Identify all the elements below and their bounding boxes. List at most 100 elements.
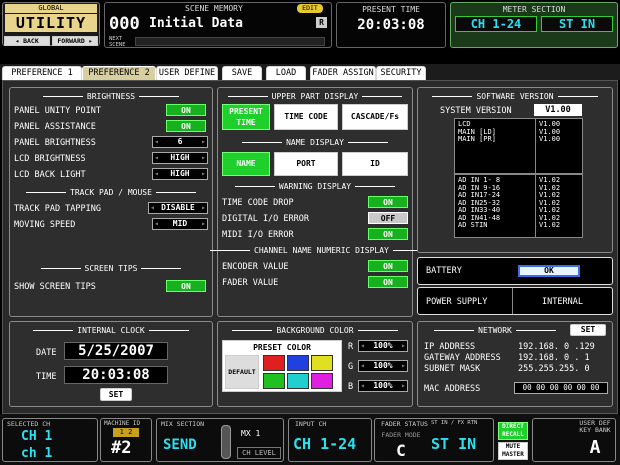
system-version-value: V1.00 <box>534 104 582 116</box>
fader-mode-value: C <box>396 441 406 460</box>
back-button[interactable]: ◂ BACK <box>4 36 50 46</box>
digital-io-error-toggle[interactable]: OFF <box>368 212 408 224</box>
date-field[interactable]: 5/25/2007 <box>64 342 168 360</box>
internal-clock-title: INTERNAL CLOCK <box>10 326 212 335</box>
gateway-address-value: 192.168. 0 . 1 <box>518 353 590 363</box>
lcd-brightness-select[interactable]: HIGH <box>152 152 208 164</box>
power-supply-divider <box>512 288 513 314</box>
time-code-option[interactable]: TIME CODE <box>274 104 338 130</box>
swatch-yellow[interactable] <box>311 355 333 371</box>
swatch-red[interactable] <box>263 355 285 371</box>
power-supply-panel: POWER SUPPLY INTERNAL <box>417 287 613 315</box>
swatch-blue[interactable] <box>287 355 309 371</box>
swatch-cyan[interactable] <box>287 373 309 389</box>
name-option[interactable]: NAME <box>222 152 270 176</box>
gateway-address-label: GATEWAY ADDRESS <box>424 353 501 363</box>
user-def-label: USER DEF KEY BANK <box>579 419 611 434</box>
clock-set-button[interactable]: SET <box>100 388 132 401</box>
tab-security[interactable]: SECURITY <box>376 66 426 80</box>
tab-bar: PREFERENCE 1 PREFERENCE 2 USER DEFINE SA… <box>0 64 620 80</box>
fader-value-label: FADER VALUE <box>222 278 279 288</box>
selected-ch-box[interactable]: SELECTED CH CH 1 ch 1 <box>2 418 98 462</box>
b-value-select[interactable]: 100% <box>358 380 408 392</box>
tab-user-define[interactable]: USER DEFINE <box>156 66 218 80</box>
main-content: BRIGHTNESS PANEL UNITY POINT ON PANEL AS… <box>2 80 618 414</box>
fader-value-toggle[interactable]: ON <box>368 276 408 288</box>
r-value-select[interactable]: 100% <box>358 340 408 352</box>
swatch-green[interactable] <box>263 373 285 389</box>
selected-ch-name: ch 1 <box>21 446 53 461</box>
fader-status-box[interactable]: FADER STATUS FADER MODE C ST IN / FX RTN… <box>374 418 494 462</box>
forward-button[interactable]: FORWARD ▸ <box>52 36 98 46</box>
tab-preference-2[interactable]: PREFERENCE 2 <box>82 66 156 80</box>
mix-section-box[interactable]: MIX SECTION SEND MX 1 CH LEVEL <box>156 418 284 462</box>
mix-section-label: MIX SECTION <box>161 420 205 428</box>
encoder-value-toggle[interactable]: ON <box>368 260 408 272</box>
name-display-title: NAME DISPLAY <box>218 138 412 147</box>
present-time-label: PRESENT TIME <box>362 5 420 14</box>
scene-number: 000 <box>109 14 140 34</box>
network-title: NETWORK <box>398 326 592 335</box>
id-option[interactable]: ID <box>342 152 408 176</box>
time-field[interactable]: 20:03:08 <box>64 366 168 384</box>
trackpad-title: TRACK PAD / MOUSE <box>10 188 212 197</box>
r-badge: R <box>316 17 327 28</box>
tab-load[interactable]: LOAD <box>266 66 306 80</box>
time-code-drop-toggle[interactable]: ON <box>368 196 408 208</box>
meter-ch-button[interactable]: CH 1-24 <box>455 16 537 32</box>
network-set-button[interactable]: SET <box>570 324 606 336</box>
encoder-value-label: ENCODER VALUE <box>222 262 289 272</box>
meter-st-button[interactable]: ST IN <box>541 16 613 32</box>
mx-label: MX 1 <box>241 429 261 438</box>
machine-id-value: #2 <box>111 438 132 458</box>
lcd-back-light-select[interactable]: HIGH <box>152 168 208 180</box>
warning-display-title: WARNING DISPLAY <box>218 182 412 191</box>
swatch-magenta[interactable] <box>311 373 333 389</box>
panel-assistance-toggle[interactable]: ON <box>166 120 206 132</box>
moving-speed-select[interactable]: MID <box>152 218 208 230</box>
port-option[interactable]: PORT <box>274 152 338 176</box>
brightness-panel: BRIGHTNESS PANEL UNITY POINT ON PANEL AS… <box>9 87 213 317</box>
ch-level-label: CH LEVEL <box>237 447 281 459</box>
g-value-select[interactable]: 100% <box>358 360 408 372</box>
fader-mode-label: FADER MODE <box>381 431 421 439</box>
default-color-button[interactable]: DEFAULT <box>225 355 259 389</box>
fader-status-label: FADER STATUS <box>381 420 428 428</box>
input-ch-label: INPUT CH <box>295 420 327 428</box>
digital-io-error-label: DIGITAL I/O ERROR <box>222 214 309 224</box>
power-supply-label: POWER SUPPLY <box>426 297 488 307</box>
cascade-fs-option[interactable]: CASCADE/Fs <box>342 104 408 130</box>
track-pad-tapping-select[interactable]: DISABLE <box>148 202 208 214</box>
next-scene-field <box>135 37 325 46</box>
battery-panel: BATTERY OK <box>417 257 613 285</box>
input-ch-box[interactable]: INPUT CH CH 1-24 <box>288 418 372 462</box>
input-ch-value: CH 1-24 <box>293 435 357 453</box>
panel-unity-point-toggle[interactable]: ON <box>166 104 206 116</box>
screen-tips-title: SCREEN TIPS <box>10 264 212 273</box>
user-def-key-bank-box[interactable]: USER DEF KEY BANK A <box>532 418 616 462</box>
tab-fader-assign[interactable]: FADER ASSIGN <box>310 66 376 80</box>
panel-brightness-select[interactable]: 6 <box>152 136 208 148</box>
tab-save[interactable]: SAVE <box>222 66 262 80</box>
b-label: B <box>348 382 354 392</box>
mute-master-button[interactable]: MUTE MASTER <box>498 442 528 460</box>
version-block-1-labels: LCD MAIN [LD] MAIN [PR] <box>454 118 536 174</box>
g-label: G <box>348 362 354 372</box>
midi-io-error-toggle[interactable]: ON <box>368 228 408 240</box>
meter-section-label: METER SECTION <box>502 5 566 14</box>
tab-preference-1[interactable]: PREFERENCE 1 <box>2 66 82 80</box>
show-screen-tips-toggle[interactable]: ON <box>166 280 206 292</box>
meter-section-box[interactable]: METER SECTION CH 1-24 ST IN <box>450 2 618 48</box>
panel-brightness-label: PANEL BRIGHTNESS <box>14 138 96 148</box>
scene-memory-box[interactable]: SCENE MEMORY EDIT 000 Initial Data R NEX… <box>104 2 332 48</box>
direct-recall-button[interactable]: DIRECT RECALL <box>498 422 528 440</box>
system-version-label: SYSTEM VERSION <box>440 106 512 116</box>
network-panel: NETWORK SET IP ADDRESS 192.168. 0 .129 G… <box>417 321 613 407</box>
track-pad-tapping-label: TRACK PAD TAPPING <box>14 204 101 214</box>
machine-id-label: MACHINE ID <box>104 420 141 427</box>
present-time-option[interactable]: PRESENT TIME <box>222 104 270 130</box>
lcd-brightness-label: LCD BRIGHTNESS <box>14 154 86 164</box>
ip-address-value: 192.168. 0 .129 <box>518 342 595 352</box>
date-label: DATE <box>36 348 57 358</box>
stin-value: ST IN <box>431 435 477 453</box>
